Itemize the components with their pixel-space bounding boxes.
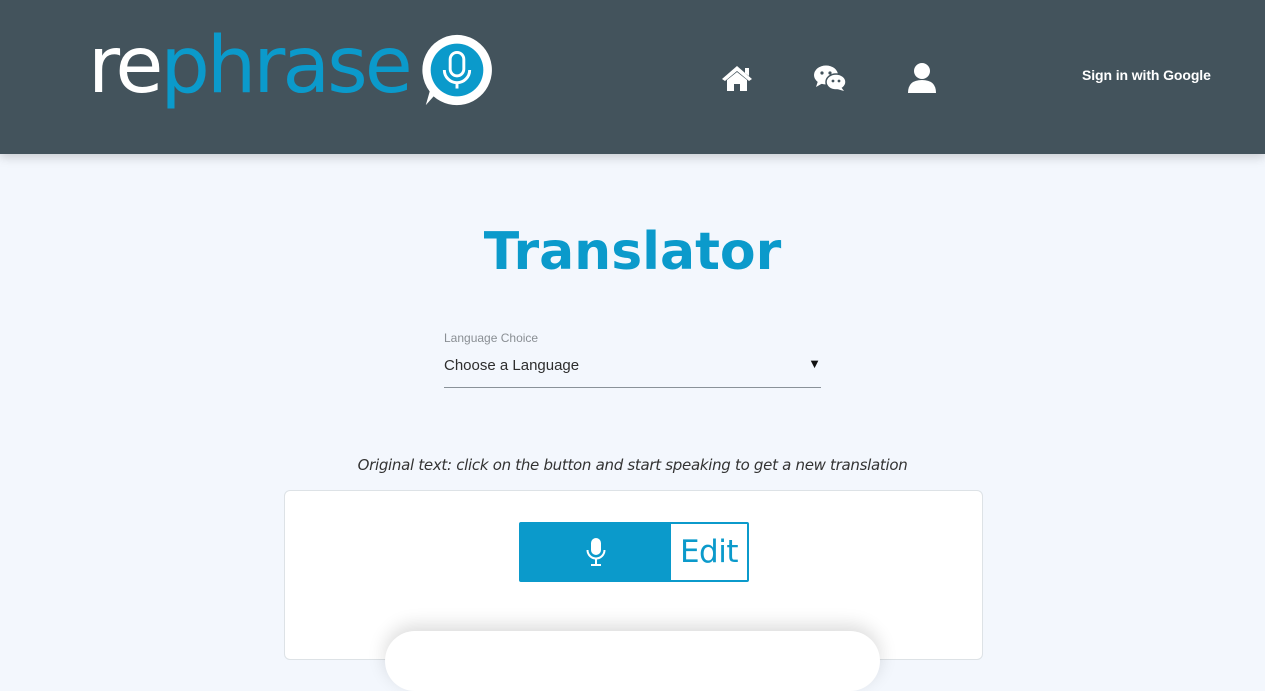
user-icon (908, 63, 936, 93)
language-select-value: Choose a Language (444, 357, 580, 374)
record-button[interactable] (521, 524, 671, 580)
home-icon (722, 66, 752, 91)
rephrase-logo[interactable]: rephrase (88, 22, 496, 122)
top-header: rephrase Sign in with Google (0, 0, 1265, 154)
nav-profile-button[interactable] (902, 58, 942, 98)
logo-text-phrase: phrase (160, 21, 412, 111)
sign-in-google-link[interactable]: Sign in with Google (1082, 67, 1211, 83)
nav-home-button[interactable] (717, 58, 757, 98)
wechat-icon (814, 65, 847, 91)
original-text-hint: Original text: click on the button and s… (357, 456, 908, 474)
page-title: Translator (483, 222, 782, 282)
dropdown-arrow-icon: ▼ (808, 356, 821, 371)
microphone-icon (586, 538, 606, 566)
speech-result-area (385, 631, 880, 691)
edit-button[interactable]: Edit (671, 524, 747, 580)
input-mode-toggle: Edit (519, 522, 749, 582)
logo-wordmark: rephrase (88, 27, 413, 105)
original-text-card: Edit (284, 490, 983, 691)
logo-mic-bubble-icon (422, 34, 492, 106)
language-select[interactable]: Choose a Language ▼ (444, 352, 821, 388)
logo-text-re: re (88, 21, 163, 111)
nav-wechat-button[interactable] (810, 58, 850, 98)
language-choice-label: Language Choice (444, 331, 539, 345)
